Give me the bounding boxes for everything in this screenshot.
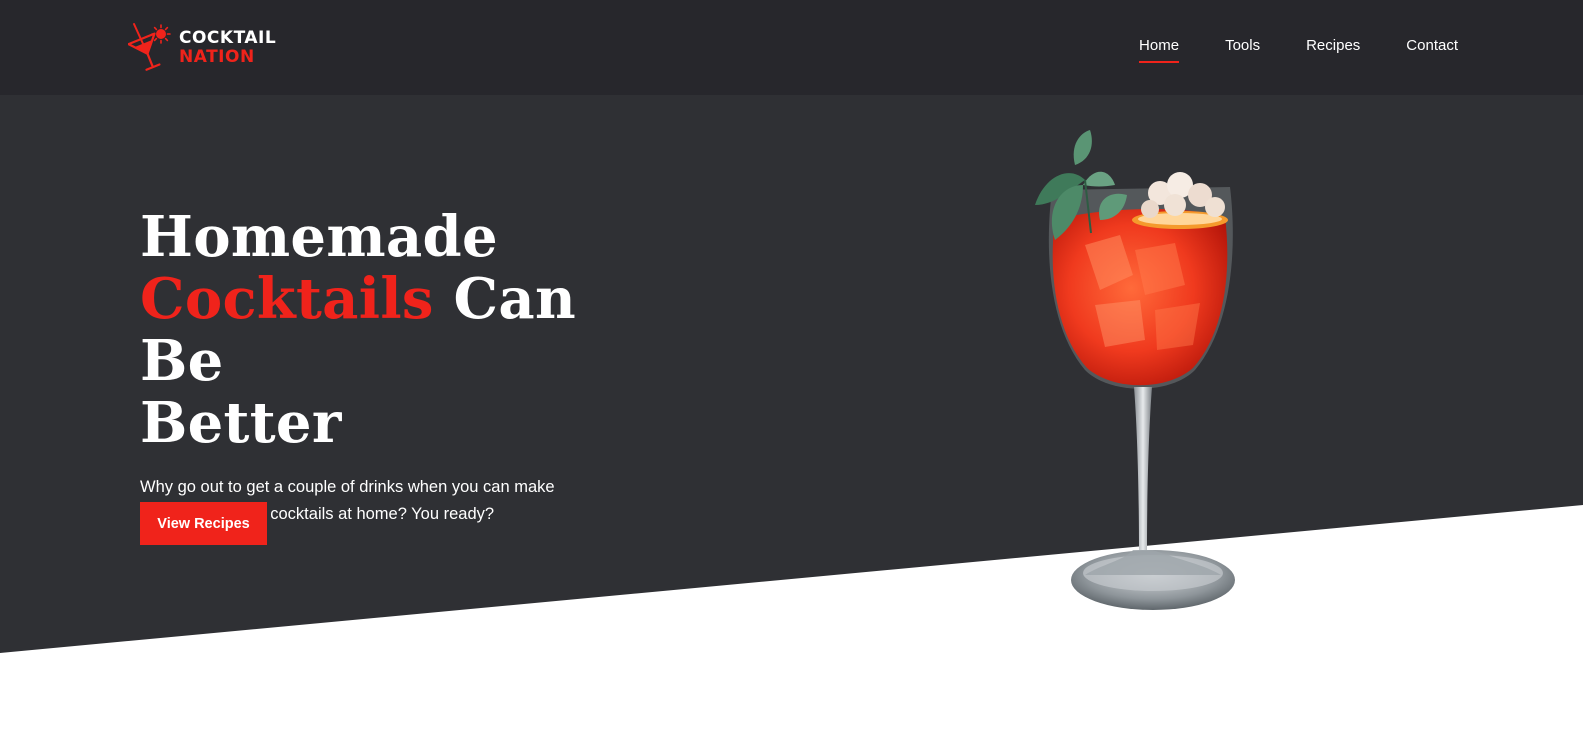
nav-recipes[interactable]: Recipes [1306,37,1360,61]
brand-logo[interactable]: COCKTAIL NATION [128,22,276,74]
nav-contact[interactable]: Contact [1406,37,1458,61]
nav-tools[interactable]: Tools [1225,37,1260,61]
hero-headline: Homemade Cocktails Can Be Better [140,206,660,454]
brand-name-line2: NATION [179,47,255,67]
headline-part1: Homemade [140,204,498,270]
headline-accent: Cocktails [140,266,434,332]
main-nav: Home Tools Recipes Contact [1093,37,1458,63]
view-recipes-button[interactable]: View Recipes [140,502,267,545]
nav-home[interactable]: Home [1139,37,1180,63]
site-header: COCKTAIL NATION Home Tools Recipes Conta… [0,0,1583,95]
red-cocktail-glass-image [1035,130,1235,610]
hero-section: Homemade Cocktails Can Be Better Why go … [140,206,660,528]
headline-part3: Better [140,390,342,456]
page: COCKTAIL NATION Home Tools Recipes Conta… [0,0,1583,735]
brand-wordmark: COCKTAIL NATION [179,29,276,67]
cocktail-glass-icon [128,22,172,74]
brand-name-line1: COCKTAIL [179,28,277,48]
